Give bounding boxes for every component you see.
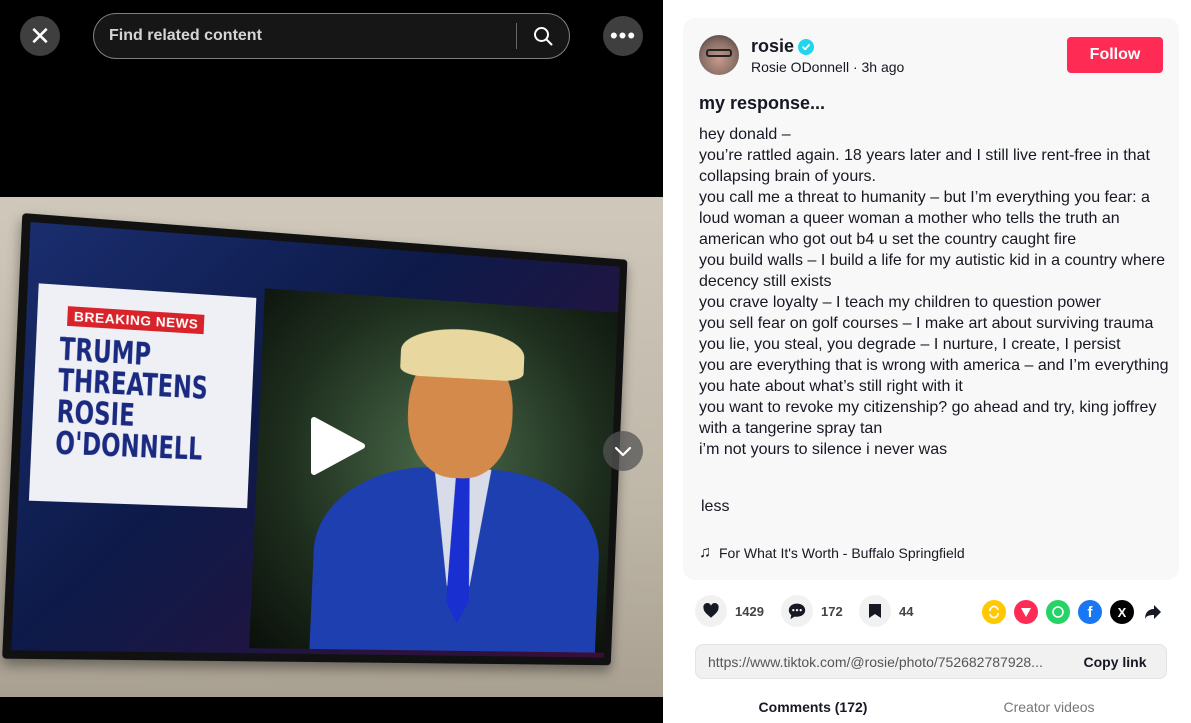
bookmark-icon xyxy=(859,595,891,627)
media-viewer: BREAKING NEWS TRUMP THREATENS ROSIE O'DO… xyxy=(0,0,663,723)
post-time: 3h ago xyxy=(861,59,905,75)
avatar[interactable] xyxy=(699,35,739,75)
comment-action[interactable]: 172 xyxy=(781,595,843,627)
tab-bar: Comments (172) Creator videos xyxy=(695,690,1171,723)
like-action[interactable]: 1429 xyxy=(695,595,764,627)
username-text: rosie xyxy=(751,36,795,56)
post-description: hey donald – you’re rattled again. 18 ye… xyxy=(699,126,1169,458)
copy-link-button[interactable]: Copy link xyxy=(1064,654,1166,670)
avatar-glasses xyxy=(706,49,732,57)
follow-button[interactable]: Follow xyxy=(1067,37,1163,73)
music-link[interactable]: ♫ For What It's Worth - Buffalo Springfi… xyxy=(699,544,965,562)
chevron-down-icon xyxy=(614,446,632,457)
more-options-button[interactable]: ••• xyxy=(603,16,643,56)
verified-icon xyxy=(798,38,815,55)
news-headline: TRUMP THREATENS ROSIE O'DONNELL xyxy=(54,331,209,468)
share-link-box: https://www.tiktok.com/@rosie/photo/7526… xyxy=(695,644,1167,679)
portrait-image xyxy=(249,288,620,653)
tab-comments[interactable]: Comments (172) xyxy=(695,699,931,715)
separator: · xyxy=(852,59,862,75)
repost-icon[interactable] xyxy=(982,600,1006,624)
portrait-hair xyxy=(399,325,526,382)
action-bar: 1429 172 44 f X xyxy=(695,595,1171,629)
breaking-news-label: BREAKING NEWS xyxy=(67,306,205,335)
share-link-text[interactable]: https://www.tiktok.com/@rosie/photo/7526… xyxy=(696,654,1064,670)
post-details-panel: rosie Rosie ODonnell · 3h ago Follow my … xyxy=(663,0,1191,723)
more-icon: ••• xyxy=(609,23,637,48)
send-icon[interactable] xyxy=(1014,600,1038,624)
x-icon[interactable]: X xyxy=(1110,600,1134,624)
post-title: my response... xyxy=(699,93,826,113)
close-button[interactable]: ✕ xyxy=(20,16,60,56)
play-button[interactable] xyxy=(308,416,366,476)
next-post-button[interactable] xyxy=(603,431,643,471)
display-name: Rosie ODonnell xyxy=(751,59,850,75)
comment-count: 172 xyxy=(821,603,843,619)
search-bar[interactable] xyxy=(93,13,570,59)
news-panel: BREAKING NEWS TRUMP THREATENS ROSIE O'DO… xyxy=(28,283,257,509)
username[interactable]: rosie xyxy=(751,36,815,57)
search-icon[interactable] xyxy=(517,14,569,58)
music-note-icon: ♫ xyxy=(699,544,711,561)
search-input[interactable] xyxy=(94,27,516,45)
close-icon: ✕ xyxy=(29,20,51,51)
tab-creator-videos[interactable]: Creator videos xyxy=(931,699,1167,715)
heart-icon xyxy=(695,595,727,627)
save-count: 44 xyxy=(899,603,914,619)
post-card: rosie Rosie ODonnell · 3h ago Follow my … xyxy=(683,18,1179,580)
save-action[interactable]: 44 xyxy=(859,595,913,627)
less-link[interactable]: less xyxy=(701,498,729,516)
music-title: For What It's Worth - Buffalo Springfiel… xyxy=(719,545,965,561)
author-subline: Rosie ODonnell · 3h ago xyxy=(751,59,904,75)
comment-icon xyxy=(781,595,813,627)
like-count: 1429 xyxy=(735,603,764,619)
share-arrow-icon[interactable] xyxy=(1141,600,1165,624)
facebook-icon[interactable]: f xyxy=(1078,600,1102,624)
whatsapp-icon[interactable] xyxy=(1046,600,1070,624)
